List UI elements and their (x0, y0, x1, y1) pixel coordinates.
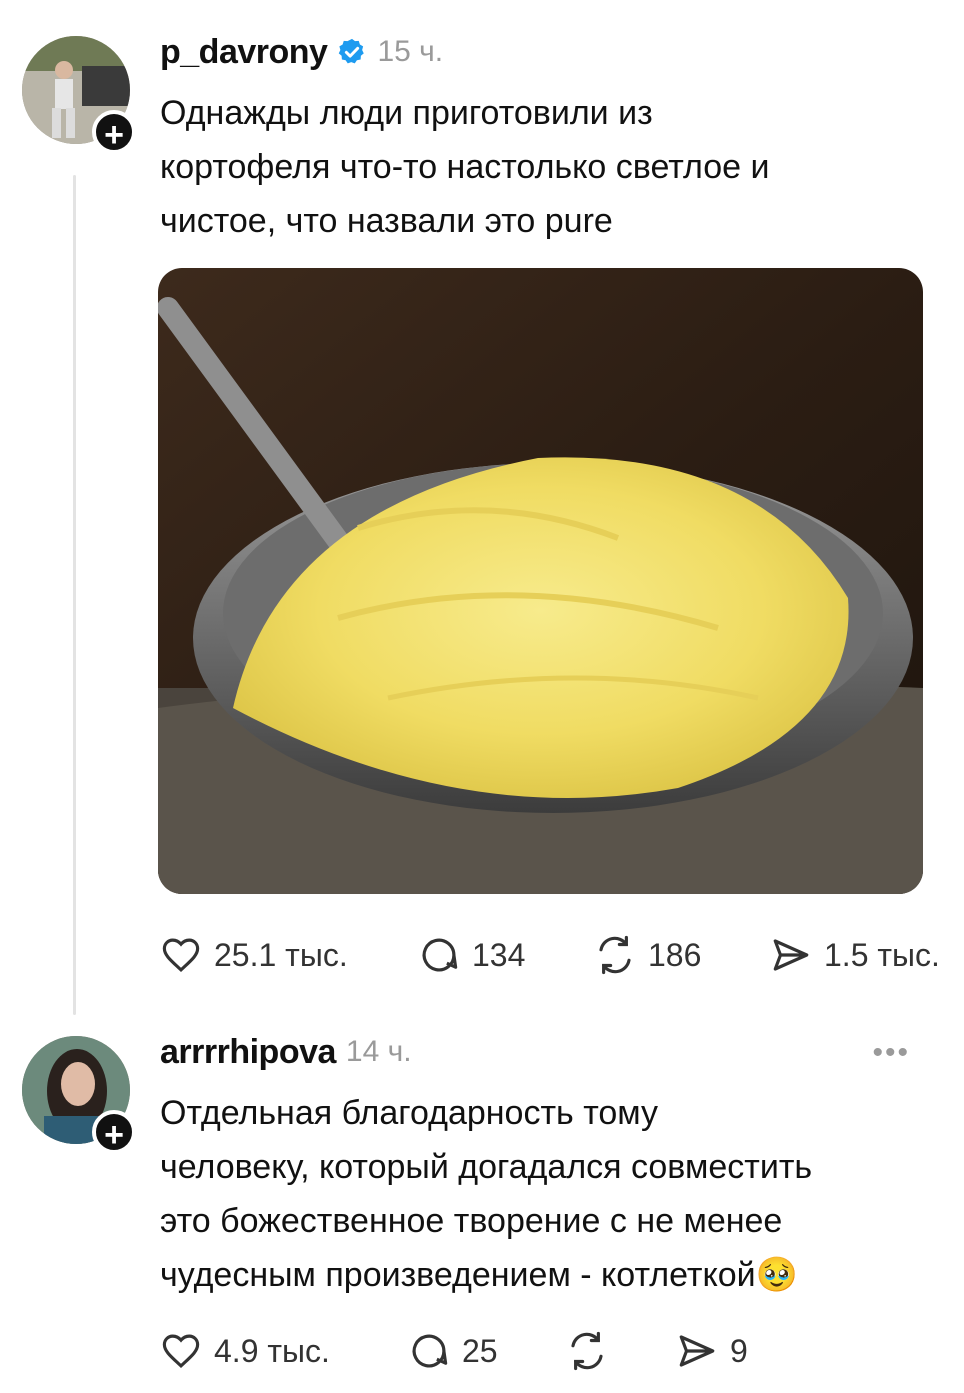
reply-repost-button[interactable] (566, 1330, 676, 1372)
reply-like-count: 4.9 тыс. (214, 1332, 330, 1369)
reply-username[interactable]: arrrrhipova (160, 1033, 336, 1072)
heart-icon (162, 1334, 200, 1369)
reply-comment-button[interactable]: 25 (408, 1330, 566, 1372)
comment-icon (422, 938, 458, 972)
repost-count: 186 (648, 936, 702, 973)
reply-like-button[interactable]: 4.9 тыс. (160, 1330, 408, 1372)
verified-badge-icon (339, 38, 365, 64)
thread-line (73, 175, 76, 1015)
share-count: 1.5 тыс. (824, 936, 940, 973)
reply-time: 14 ч. (345, 1035, 412, 1068)
mashed-potatoes-image (158, 268, 923, 894)
post-image[interactable] (158, 268, 923, 894)
reply: arrrrhipova 14 ч. ••• Отдельная благодар… (160, 1032, 924, 1302)
comment-icon (412, 1334, 448, 1368)
reply-text-body: Отдельная благодарность тому человеку, к… (160, 1094, 813, 1294)
like-button[interactable]: 25.1 тыс. (160, 934, 418, 976)
more-options-icon[interactable]: ••• (872, 1036, 910, 1070)
share-icon (679, 1335, 715, 1367)
pleading-face-emoji: 🥹 (755, 1256, 798, 1294)
follow-plus-icon[interactable]: + (92, 110, 136, 154)
post-actions: 25.1 тыс. 134 186 1.5 тыс. (160, 934, 940, 976)
reply-text: Отдельная благодарность тому человеку, к… (160, 1086, 924, 1302)
heart-icon (162, 938, 200, 973)
reply-share-count: 9 (730, 1332, 748, 1369)
reply-header: arrrrhipova 14 ч. (160, 1032, 924, 1072)
reply-follow-plus-icon[interactable]: + (92, 1110, 136, 1154)
post-text: Однажды люди приготовили из кортофеля чт… (160, 94, 770, 240)
share-button[interactable]: 1.5 тыс. (770, 934, 940, 976)
like-count: 25.1 тыс. (214, 936, 348, 973)
repost-icon (599, 935, 631, 975)
post: p_davrony 15 ч. Однажды люди приготовили… (160, 32, 924, 248)
post-header: p_davrony 15 ч. (160, 32, 924, 72)
reply-share-button[interactable]: 9 (676, 1330, 748, 1372)
comment-count: 134 (472, 936, 526, 973)
reply-comment-count: 25 (462, 1332, 498, 1369)
comment-button[interactable]: 134 (418, 934, 594, 976)
post-time: 15 ч. (377, 35, 444, 68)
repost-icon (571, 1331, 603, 1371)
username[interactable]: p_davrony (160, 33, 328, 72)
repost-button[interactable]: 186 (594, 934, 770, 976)
reply-actions: 4.9 тыс. 25 9 (160, 1330, 748, 1372)
share-icon (773, 939, 809, 971)
